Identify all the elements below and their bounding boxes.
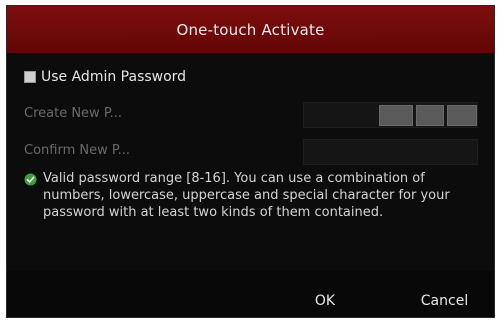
confirm-password-label: Confirm New P... (24, 143, 131, 158)
use-admin-password-checkbox[interactable] (24, 71, 36, 83)
dialog-titlebar: One-touch Activate (7, 6, 494, 53)
ok-button[interactable]: OK (300, 293, 350, 309)
use-admin-password-option[interactable]: Use Admin Password (24, 69, 186, 85)
password-strength-segment (447, 105, 477, 126)
check-circle-icon (24, 173, 37, 186)
password-strength-segment (379, 105, 413, 126)
one-touch-activate-dialog: One-touch Activate Use Admin Password Cr… (6, 5, 495, 318)
dialog-title: One-touch Activate (176, 20, 325, 39)
use-admin-password-label: Use Admin Password (41, 69, 187, 85)
password-hint-text: Valid password range [8-16]. You can use… (43, 171, 450, 220)
confirm-password-field[interactable] (303, 139, 478, 165)
cancel-button[interactable]: Cancel (407, 293, 482, 309)
create-password-label: Create New P... (24, 106, 123, 121)
password-strength-segment (416, 105, 444, 126)
